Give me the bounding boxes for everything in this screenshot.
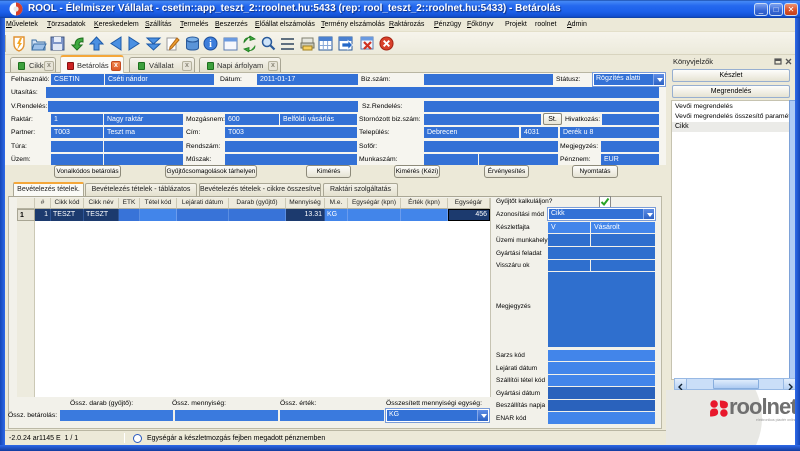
svg-text:i: i [209,39,212,50]
